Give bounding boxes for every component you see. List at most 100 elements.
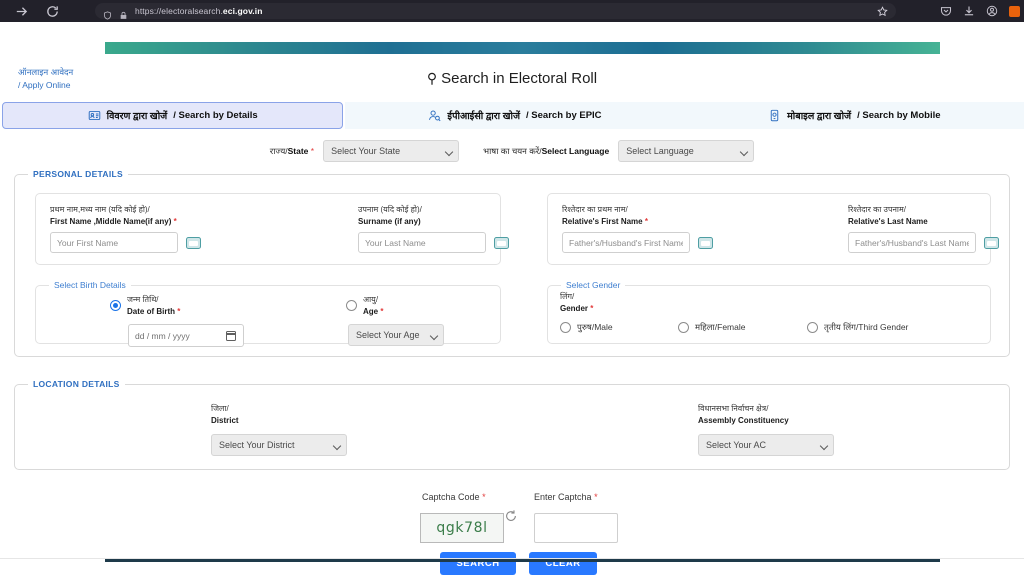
location-details-section: LOCATION DETAILS जिला/ District Select Y… xyxy=(14,379,1010,470)
clear-button[interactable]: CLEAR xyxy=(529,552,597,575)
age-label-en: Age * xyxy=(363,306,384,316)
dob-input[interactable]: dd / mm / yyyy xyxy=(128,324,244,347)
browser-nav-buttons xyxy=(14,4,60,19)
refresh-icon[interactable] xyxy=(504,509,518,523)
assembly-constituency-label: विधानसभा निर्वाचन क्षेत्र/ Assembly Cons… xyxy=(698,404,789,425)
surname-label-en: Surname (if any) xyxy=(358,216,421,226)
banner-gutter-left xyxy=(0,42,105,54)
relative-last-name-input[interactable] xyxy=(848,232,976,253)
district-select-wrapper[interactable]: Select Your District xyxy=(211,434,347,456)
page-title: ⚲ Search in Electoral Roll xyxy=(0,70,1024,87)
personal-details-section: PERSONAL DETAILS प्रथम नाम,मध्य नाम (यदि… xyxy=(14,169,1010,357)
star-icon[interactable] xyxy=(868,0,896,22)
female-label: महिला/Female xyxy=(695,322,746,332)
captcha-input[interactable] xyxy=(534,513,618,543)
language-label: भाषा का चयन करें/Select Language xyxy=(483,145,610,156)
id-card-icon xyxy=(88,109,101,122)
pocket-icon[interactable] xyxy=(940,5,952,17)
assembly-constituency-label-en: Assembly Constituency xyxy=(698,415,789,425)
tab-search-by-mobile[interactable]: मोबाइल द्वारा खोजें / Search by Mobile xyxy=(684,102,1024,129)
calendar-icon[interactable] xyxy=(225,331,237,341)
account-icon[interactable] xyxy=(986,5,998,17)
birth-details-legend: Select Birth Details xyxy=(49,280,131,290)
dob-input-value: dd / mm / yyyy xyxy=(135,330,190,341)
shield-icon[interactable] xyxy=(103,7,112,20)
district-label: जिला/ District xyxy=(211,404,239,425)
gender-label: लिंग/ Gender * xyxy=(560,292,594,313)
banner-gutter-right xyxy=(940,42,1024,54)
relative-names-box: रिश्तेदार का प्रथम नाम/ Relative's First… xyxy=(547,193,999,265)
tab-search-by-epic[interactable]: ईपीआईसी द्वारा खोजें / Search by EPIC xyxy=(345,102,685,129)
location-details-legend: LOCATION DETAILS xyxy=(28,379,125,389)
tab-label-en: / Search by EPIC xyxy=(526,110,602,121)
relative-first-name-label: रिश्तेदार का प्रथम नाम/ Relative's First… xyxy=(562,205,648,226)
search-mode-tabs: विवरण द्वारा खोजें / Search by Details ई… xyxy=(0,102,1024,129)
address-bar[interactable]: https://electoralsearch.eci.gov.in xyxy=(95,3,896,20)
forward-arrow-icon[interactable] xyxy=(14,4,29,19)
gender-legend: Select Gender xyxy=(561,280,626,290)
extension-icon[interactable] xyxy=(1009,5,1020,17)
tab-label-hi: ईपीआईसी द्वारा खोजें xyxy=(447,111,521,122)
search-icon: ⚲ xyxy=(426,70,438,86)
keyboard-icon[interactable] xyxy=(984,237,999,249)
tab-label-en: / Search by Mobile xyxy=(857,110,941,121)
language-select[interactable]: Select Language xyxy=(618,140,755,162)
first-name-label-en: First Name ,Middle Name(if any) * xyxy=(50,216,177,226)
gender-option-female[interactable]: महिला/Female xyxy=(678,322,745,334)
dob-label-en: Date of Birth * xyxy=(127,306,181,316)
relative-last-name-label: रिश्तेदार का उपनाम/ Relative's Last Name xyxy=(848,205,928,226)
keyboard-icon[interactable] xyxy=(186,237,201,249)
dob-option[interactable]: जन्म तिथि/ Date of Birth * xyxy=(110,294,180,317)
male-radio[interactable] xyxy=(560,322,571,334)
search-button[interactable]: SEARCH xyxy=(440,552,516,575)
language-select-wrapper[interactable]: Select Language xyxy=(618,140,755,162)
captcha-image: qgk78l xyxy=(420,513,504,543)
lock-icon[interactable] xyxy=(119,7,128,19)
tab-label-hi: मोबाइल द्वारा खोजें xyxy=(787,111,852,122)
dob-radio[interactable] xyxy=(110,300,121,311)
female-radio[interactable] xyxy=(678,322,689,334)
keyboard-icon[interactable] xyxy=(698,237,713,249)
assembly-constituency-select-wrapper[interactable]: Select Your AC xyxy=(698,434,834,456)
tab-label-en: / Search by Details xyxy=(173,110,258,121)
district-select[interactable]: Select Your District xyxy=(211,434,347,456)
age-option[interactable]: आयु/ Age * xyxy=(346,294,383,317)
page-title-text: Search in Electoral Roll xyxy=(441,70,598,87)
state-label: राज्य/State * xyxy=(269,145,315,156)
third-gender-label: तृतीय लिंग/Third Gender xyxy=(824,322,909,332)
age-label: आयु/ Age * xyxy=(363,295,384,316)
first-name-input[interactable] xyxy=(50,232,178,253)
url-text: https://electoralsearch.eci.gov.in xyxy=(135,6,263,16)
relative-first-name-input[interactable] xyxy=(562,232,690,253)
state-select[interactable]: Select Your State xyxy=(323,140,460,162)
age-radio[interactable] xyxy=(346,300,357,311)
gender-box: Select Gender लिंग/ Gender * पुरुष/Male … xyxy=(547,280,991,344)
enter-captcha-label: Enter Captcha * xyxy=(534,492,598,502)
mobile-icon xyxy=(768,109,781,122)
tab-label-hi: विवरण द्वारा खोजें xyxy=(106,111,168,122)
age-select-wrapper[interactable]: Select Your Age xyxy=(348,324,444,346)
relative-last-name-label-en: Relative's Last Name xyxy=(848,216,928,226)
page-content: ऑनलाइन आवेदन / Apply Online ⚲ Search in E… xyxy=(0,22,1024,575)
captcha-code-label: Captcha Code * xyxy=(422,492,486,502)
third-gender-radio[interactable] xyxy=(807,322,818,334)
surname-input[interactable] xyxy=(358,232,486,253)
male-label: पुरुष/Male xyxy=(577,322,613,332)
gender-option-third[interactable]: तृतीय लिंग/Third Gender xyxy=(807,322,908,334)
age-select[interactable]: Select Your Age xyxy=(348,324,444,346)
personal-details-legend: PERSONAL DETAILS xyxy=(28,169,128,179)
district-label-en: District xyxy=(211,415,239,425)
state-language-row: राज्य/State * Select Your State भाषा का … xyxy=(0,140,1024,162)
site-banner xyxy=(105,42,940,54)
tab-search-by-details[interactable]: विवरण द्वारा खोजें / Search by Details xyxy=(2,102,344,129)
assembly-constituency-select[interactable]: Select Your AC xyxy=(698,434,834,456)
state-select-wrapper[interactable]: Select Your State xyxy=(323,140,460,162)
names-box: प्रथम नाम,मध्य नाम (यदि कोई हो)/ First N… xyxy=(35,193,509,265)
browser-right-icons xyxy=(940,0,1020,22)
keyboard-icon[interactable] xyxy=(494,237,509,249)
dob-label: जन्म तिथि/ Date of Birth * xyxy=(127,295,181,316)
reload-icon[interactable] xyxy=(45,4,60,19)
browser-toolbar: https://electoralsearch.eci.gov.in xyxy=(0,0,1024,22)
download-icon[interactable] xyxy=(963,5,975,17)
gender-option-male[interactable]: पुरुष/Male xyxy=(560,322,613,334)
